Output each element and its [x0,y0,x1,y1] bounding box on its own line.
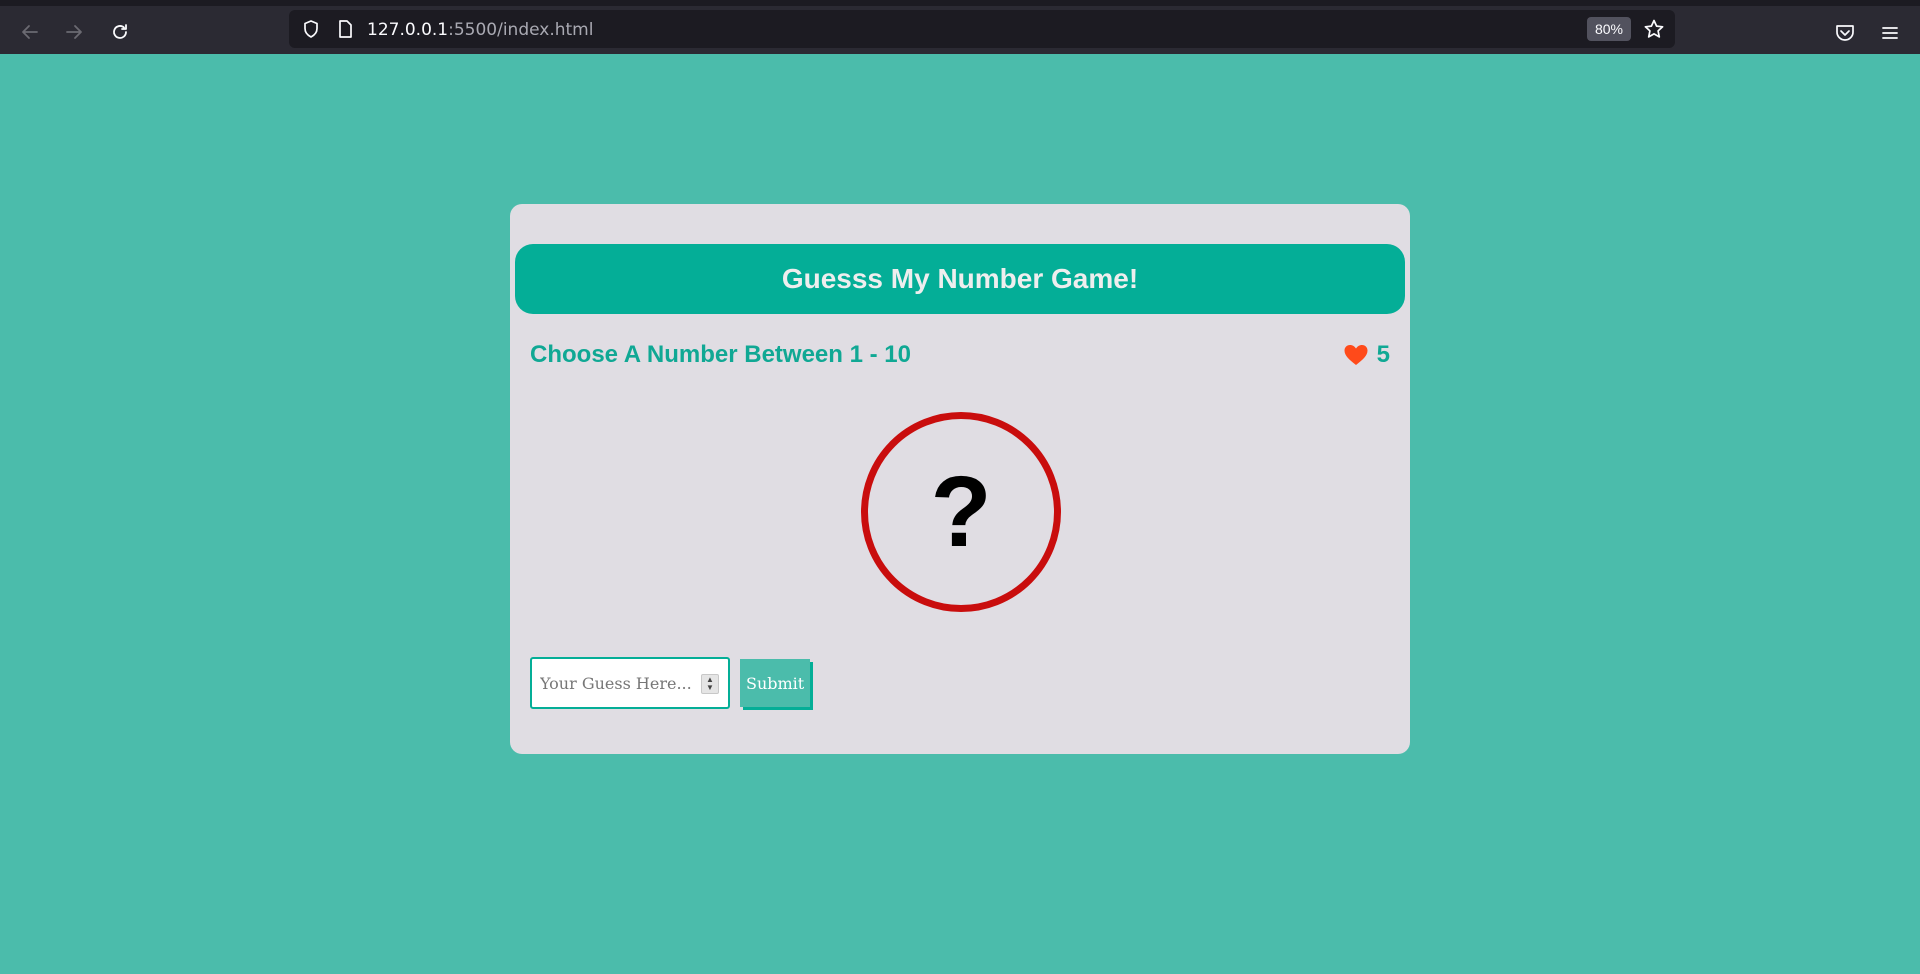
arrow-right-icon [66,25,82,39]
reload-button[interactable] [104,16,136,48]
pocket-icon[interactable] [1834,22,1856,44]
chevron-down-icon[interactable]: ▼ [706,684,714,692]
url-path: :5500/index.html [448,20,594,40]
number-spinner[interactable]: ▲ ▼ [701,674,719,694]
star-icon[interactable] [1643,18,1665,40]
arrow-left-icon [22,25,38,39]
reload-icon [113,24,127,39]
game-title: Guesss My Number Game! [515,244,1405,314]
page-icon[interactable] [335,19,355,39]
instructions-text: Choose A Number Between 1 - 10 [530,341,911,368]
game-card: Guesss My Number Game! Choose A Number B… [510,204,1410,754]
zoom-badge[interactable]: 80% [1587,17,1631,41]
heart-icon [1344,345,1368,365]
secret-number-circle: ? [861,412,1061,612]
submit-button[interactable]: Submit [740,659,810,707]
secret-number-display: ? [930,456,992,568]
back-button[interactable] [14,16,46,48]
shield-icon[interactable] [301,19,321,39]
url-text[interactable]: 127.0.0.1:5500/index.html [367,20,593,40]
hamburger-menu-icon[interactable] [1879,22,1901,44]
url-bar[interactable]: 127.0.0.1:5500/index.html 80% [289,10,1675,48]
browser-toolbar: 127.0.0.1:5500/index.html 80% [0,0,1920,54]
url-host: 127.0.0.1 [367,20,449,40]
guess-input[interactable] [530,657,730,709]
lives-indicator: 5 [1343,341,1390,369]
lives-count: 5 [1376,341,1390,368]
forward-button[interactable] [58,16,90,48]
